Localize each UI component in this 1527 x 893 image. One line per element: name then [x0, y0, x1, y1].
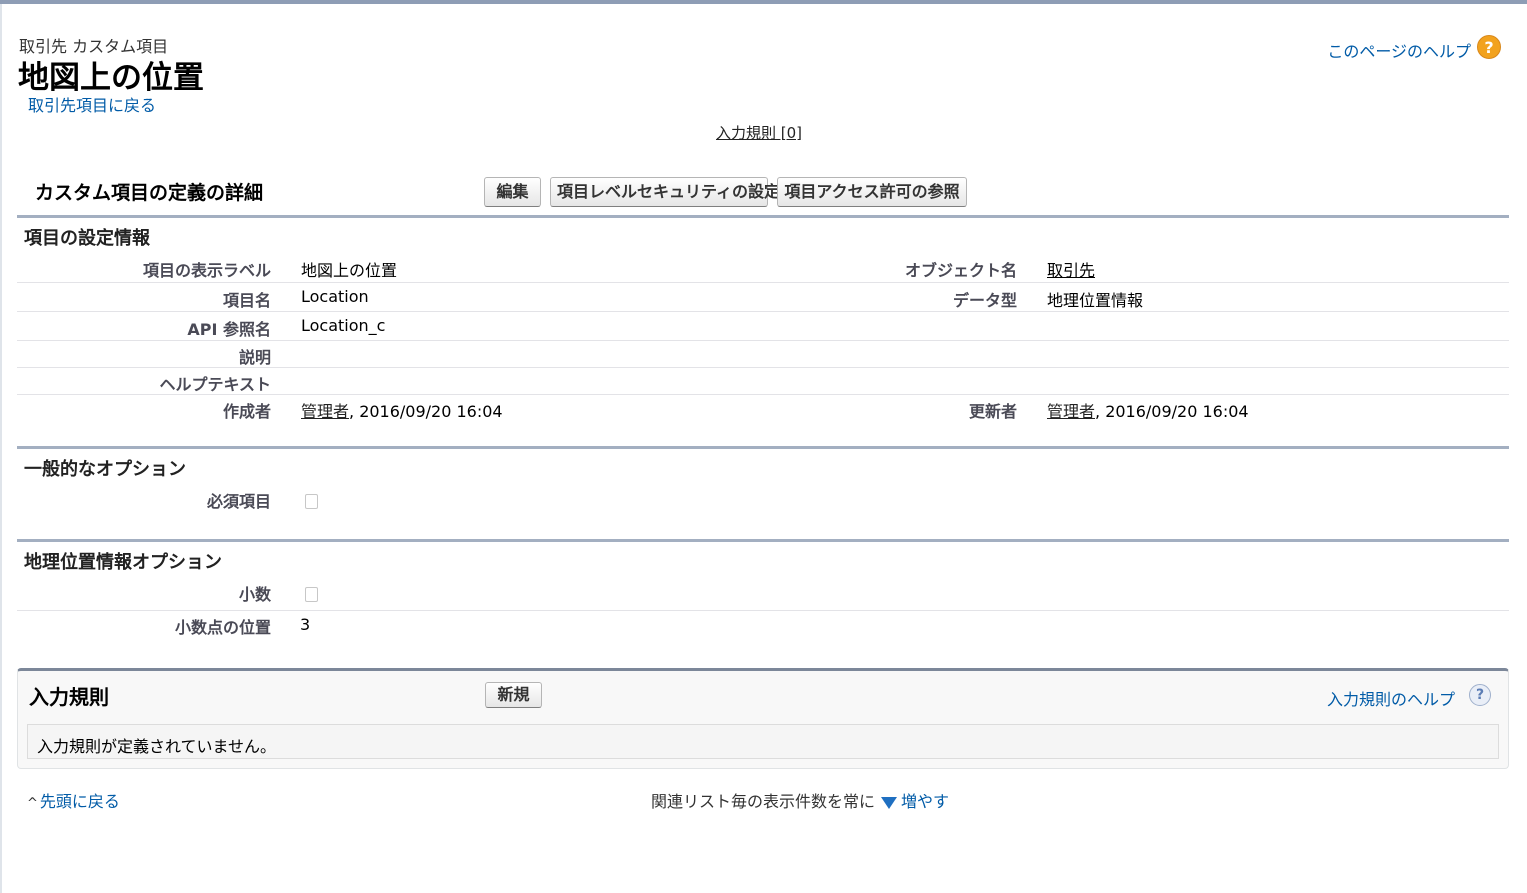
- page-help-link[interactable]: このページのヘルプ: [1327, 38, 1471, 62]
- row-divider: [17, 282, 1509, 283]
- general-options-heading: 一般的なオプション: [24, 459, 186, 480]
- new-rule-button[interactable]: 新規: [485, 682, 542, 708]
- validation-rules-help-link[interactable]: 入力規則のヘルプ: [1327, 686, 1455, 710]
- related-list-label: 関連リスト毎の表示件数を常に: [651, 792, 876, 811]
- row-divider: [17, 340, 1509, 341]
- object-name-label: オブジェクト名: [904, 261, 1017, 280]
- view-field-access-button[interactable]: 項目アクセス許可の参照: [777, 177, 967, 207]
- edit-button[interactable]: 編集: [484, 177, 541, 207]
- created-by-label: 作成者: [222, 402, 271, 421]
- modified-by-value: 管理者, 2016/09/20 16:04: [1047, 398, 1249, 422]
- data-type-value: 地理位置情報: [1047, 291, 1144, 310]
- modified-by-user-link[interactable]: 管理者: [1047, 402, 1095, 421]
- help-icon[interactable]: ?: [1477, 35, 1501, 59]
- page-title: 地図上の位置: [18, 60, 204, 96]
- created-by-date: , 2016/09/20 16:04: [349, 402, 503, 421]
- section-divider: [17, 215, 1509, 218]
- field-label-value: 地図上の位置: [301, 261, 398, 280]
- row-divider: [17, 311, 1509, 312]
- row-divider: [17, 367, 1509, 368]
- created-by-value: 管理者, 2016/09/20 16:04: [301, 398, 503, 422]
- decimal-places-value: 3: [300, 615, 311, 634]
- field-info-heading: 項目の設定情報: [24, 228, 150, 249]
- empty-message: 入力規則が定義されていません。: [37, 737, 277, 756]
- related-list-count-text: 関連リスト毎の表示件数を常に 増やす: [651, 788, 949, 812]
- field-name-label: 項目名: [222, 291, 271, 310]
- field-name-value: Location: [301, 287, 369, 306]
- validation-rules-anchor-link[interactable]: 入力規則 [0]: [716, 122, 802, 143]
- triangle-down-icon: [881, 796, 898, 809]
- object-name-link[interactable]: 取引先: [1047, 257, 1095, 281]
- modified-by-date: , 2016/09/20 16:04: [1095, 402, 1249, 421]
- section-divider: [17, 446, 1509, 449]
- help-text-label: ヘルプテキスト: [159, 375, 271, 394]
- decimal-label: 小数: [238, 585, 271, 604]
- row-divider: [17, 394, 1509, 395]
- required-checkbox: [305, 494, 318, 509]
- geo-options-heading: 地理位置情報オプション: [24, 552, 222, 573]
- decimal-checkbox: [305, 587, 318, 602]
- back-to-fields-link[interactable]: 取引先項目に戻る: [28, 92, 156, 116]
- top-border: [0, 0, 1527, 4]
- row-divider: [17, 610, 1509, 611]
- created-by-user-link[interactable]: 管理者: [301, 402, 349, 421]
- required-label: 必須項目: [206, 492, 271, 511]
- api-name-label: API 参照名: [187, 320, 271, 339]
- decimal-places-label: 小数点の位置: [174, 618, 271, 637]
- field-label-label: 項目の表示ラベル: [142, 261, 271, 280]
- modified-by-label: 更新者: [968, 402, 1017, 421]
- validation-rules-title: 入力規則: [29, 685, 109, 709]
- description-label: 説明: [238, 348, 271, 367]
- left-border: [0, 4, 2, 893]
- definition-detail-title: カスタム項目の定義の詳細: [35, 182, 264, 204]
- help-icon[interactable]: ?: [1469, 684, 1491, 706]
- back-to-top-link[interactable]: ^ 先頭に戻る: [27, 788, 120, 812]
- section-divider: [17, 539, 1509, 542]
- data-type-label: データ型: [952, 291, 1017, 310]
- validation-rules-empty-row: 入力規則が定義されていません。: [27, 724, 1499, 759]
- field-security-button[interactable]: 項目レベルセキュリティの設定: [550, 177, 780, 207]
- increase-link[interactable]: 増やす: [901, 792, 949, 811]
- api-name-value: Location_c: [301, 316, 386, 335]
- chevron-up-icon: ^: [27, 796, 38, 811]
- back-to-top-label: 先頭に戻る: [39, 792, 120, 811]
